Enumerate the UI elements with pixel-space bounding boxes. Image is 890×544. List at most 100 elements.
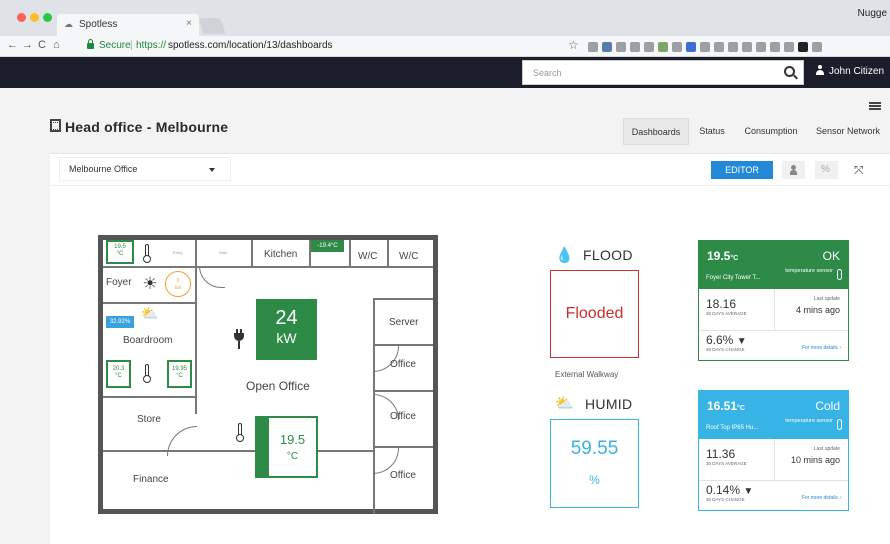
wall [103, 266, 195, 268]
boardroom-temp-unit: °C [115, 372, 122, 379]
wall [253, 266, 433, 268]
extension-icon[interactable] [784, 41, 794, 52]
room-label-server[interactable]: Server [389, 317, 418, 328]
reload-icon[interactable]: C [38, 39, 46, 51]
back-arrow-icon[interactable]: ← [7, 39, 18, 51]
home-icon[interactable]: ⌂ [53, 39, 60, 51]
sensor-card[interactable]: 19.5°C OK Foyer City Tower T... temperat… [698, 240, 849, 361]
foyer-light-sensor[interactable]: 0 lux [165, 271, 191, 297]
user-menu[interactable]: John Citizen [816, 65, 884, 77]
room-label-finance[interactable]: Finance [133, 474, 169, 485]
close-window-button[interactable] [17, 13, 26, 22]
url-separator: | [130, 40, 133, 51]
thermometer-icon [143, 244, 151, 263]
tab-consumption[interactable]: Consumption [738, 118, 804, 145]
room-label-wc[interactable]: W/C [358, 251, 377, 262]
room-label-office[interactable]: Office [390, 470, 416, 481]
boardroom-temp-sensor[interactable]: 19.95 °C [167, 360, 192, 388]
new-tab-button[interactable] [198, 18, 226, 34]
room-label-kitchen[interactable]: Kitchen [264, 249, 297, 260]
sensor-average-value: 11.36 [706, 447, 736, 461]
humid-widget-title: HUMID [585, 396, 633, 412]
foyer-temp-value: 19.5 [114, 244, 126, 250]
extension-icon[interactable] [714, 41, 724, 52]
extension-icon[interactable] [812, 41, 822, 52]
card-divider [699, 330, 848, 331]
extension-icon[interactable] [770, 41, 780, 52]
extension-icon[interactable] [756, 41, 766, 52]
extension-icon[interactable] [616, 41, 626, 52]
extension-icon[interactable] [728, 41, 738, 52]
wall [349, 240, 351, 268]
browser-profile[interactable]: Nugge [858, 8, 887, 19]
sensor-temp-unit: °C [730, 255, 739, 262]
tiny-room-label: Stair [219, 250, 228, 255]
minimize-window-button[interactable] [30, 13, 39, 22]
room-label-foyer[interactable]: Foyer [106, 277, 132, 288]
sensor-update-value: 4 mins ago [795, 305, 840, 315]
url-field[interactable]: Secure | https:// spotless.com/location/… [79, 38, 639, 54]
sensor-average-value: 18.16 [706, 297, 737, 311]
forward-arrow-icon[interactable]: → [22, 39, 33, 51]
search-box [522, 60, 804, 85]
extension-icon[interactable] [686, 41, 696, 52]
kitchen-temp-sensor[interactable]: -19.4°C [311, 240, 344, 252]
fullscreen-expand-icon[interactable]: ⤧ [854, 163, 864, 178]
extension-icon[interactable] [672, 41, 682, 52]
extension-icon[interactable] [798, 41, 808, 52]
boardroom-humidity-sensor[interactable]: 32.92% [106, 316, 134, 328]
extension-icon[interactable] [602, 41, 612, 52]
secure-label: Secure [99, 40, 131, 51]
sun-light-icon: ☀ [142, 274, 158, 293]
extension-icon[interactable] [742, 41, 752, 52]
more-details-link[interactable]: For more details › [802, 345, 841, 351]
wall [373, 390, 433, 392]
wall [103, 396, 195, 398]
sensor-temp: 16.51°C [707, 399, 745, 413]
thermometer-icon [837, 419, 842, 430]
sensor-card[interactable]: 16.51°C Cold Roof Top IP65 Hu... tempera… [698, 390, 849, 511]
sensor-update-label: Last update [813, 446, 840, 452]
tab-status[interactable]: Status [692, 118, 732, 145]
browser-tab[interactable]: ☁ Spotless × [57, 14, 199, 36]
tab-close-icon[interactable]: × [186, 18, 192, 29]
open-office-temp-sensor[interactable]: 19.5 °C [255, 416, 318, 478]
power-sensor[interactable]: 24 kW [256, 299, 317, 360]
tiny-room-label: Entry [173, 250, 183, 255]
extension-icon[interactable] [588, 41, 598, 52]
more-details-link[interactable]: For more details › [802, 495, 841, 501]
wall [103, 450, 373, 452]
boardroom-temp-value: 19.95 [171, 366, 187, 372]
tab-sensor-network[interactable]: Sensor Network [810, 118, 886, 145]
extension-icon[interactable] [700, 41, 710, 52]
room-label-open-office[interactable]: Open Office [246, 379, 310, 393]
tab-dashboards[interactable]: Dashboards [623, 118, 689, 145]
boardroom-temp-sensor[interactable]: 20.3 °C [106, 360, 131, 388]
tab-title: Spotless [79, 19, 118, 30]
foyer-temp-sensor[interactable]: 19.5 °C [106, 240, 134, 264]
url-scheme: https:// [136, 40, 167, 51]
share-button[interactable] [782, 161, 805, 179]
link-button[interactable]: % [815, 161, 838, 179]
room-label-wc[interactable]: W/C [399, 251, 418, 262]
room-label-store[interactable]: Store [137, 414, 161, 425]
hamburger-menu-icon[interactable] [869, 102, 881, 110]
extension-icon[interactable] [658, 41, 668, 52]
room-label-boardroom[interactable]: Boardroom [123, 335, 172, 346]
maximize-window-button[interactable] [43, 13, 52, 22]
flood-widget[interactable]: Flooded [550, 270, 639, 358]
humidity-unit: % [589, 473, 600, 487]
search-icon[interactable] [784, 66, 795, 77]
search-input[interactable] [523, 61, 773, 84]
lock-icon [87, 39, 94, 49]
room-label-office[interactable]: Office [390, 411, 416, 422]
sensor-type: temperature sensor [785, 268, 833, 274]
extension-icon[interactable] [630, 41, 640, 52]
extension-icon[interactable] [644, 41, 654, 52]
bookmark-star-icon[interactable]: ☆ [568, 38, 579, 52]
app-header: John Citizen [0, 57, 890, 88]
humidity-widget[interactable]: 59.55 % [550, 419, 639, 508]
room-label-office[interactable]: Office [390, 359, 416, 370]
editor-button[interactable]: EDITOR [711, 161, 773, 179]
location-select[interactable]: Melbourne Office [59, 157, 231, 181]
